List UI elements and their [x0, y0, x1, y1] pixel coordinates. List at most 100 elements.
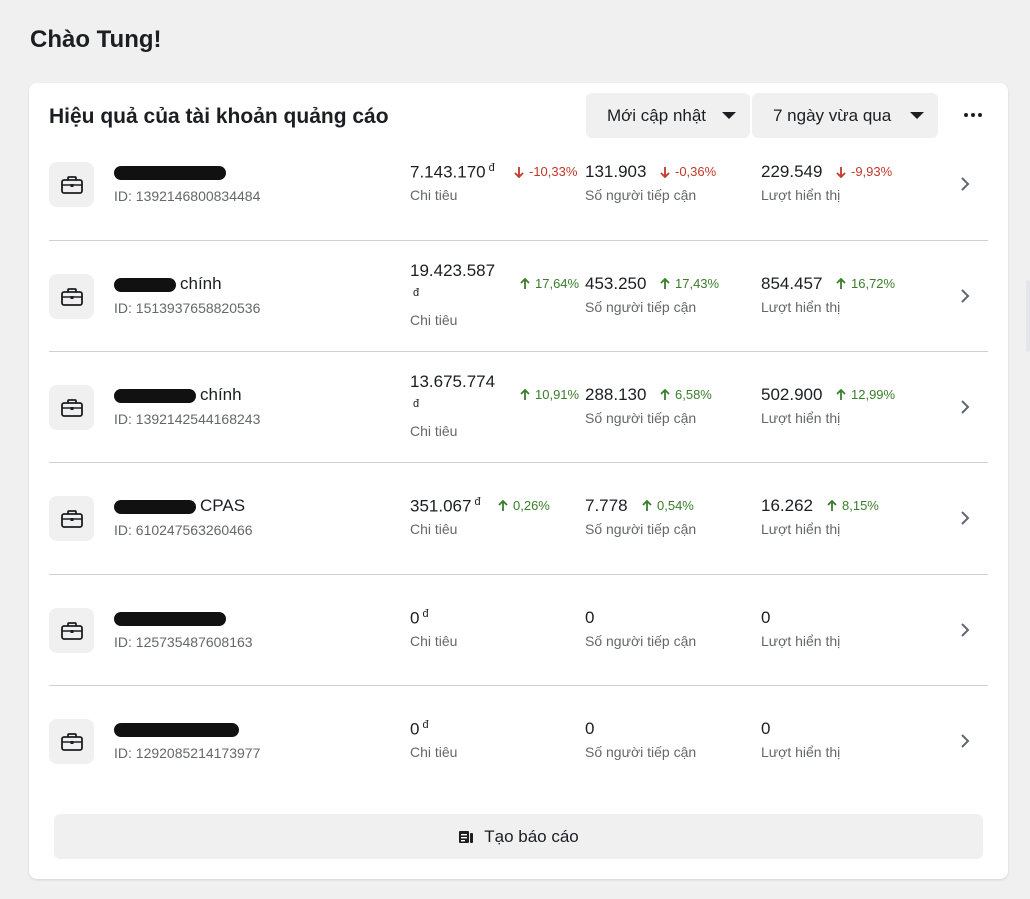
- impressions-label: Lượt hiển thị: [761, 521, 841, 537]
- spend-value: 7.143.170 đ: [410, 162, 495, 183]
- impressions-value: 854.457: [761, 274, 823, 293]
- arrow-up-icon: [836, 277, 851, 290]
- greeting-title: Chào Tung!: [30, 26, 162, 53]
- currency-symbol: đ: [413, 287, 420, 299]
- currency-symbol: đ: [422, 608, 429, 620]
- account-id: ID: 1392142544168243: [114, 411, 261, 427]
- caret-down-icon: [910, 112, 924, 119]
- spend-label: Chi tiêu: [410, 744, 458, 760]
- account-id: ID: 1513937658820536: [114, 300, 261, 316]
- spend-delta-value: -10,33%: [529, 164, 578, 179]
- impressions-value: 0: [761, 608, 771, 627]
- arrow-up-icon: [827, 499, 842, 512]
- reach-value: 453.250: [585, 274, 647, 293]
- ad-accounts-performance-card: Hiệu quả của tài khoản quảng cáo Mới cập…: [29, 83, 1008, 879]
- redacted-mark: [114, 722, 239, 737]
- spend-value: 0đ: [410, 719, 429, 740]
- impressions-delta-value: 8,15%: [842, 498, 879, 513]
- impressions-delta: 8,15%: [827, 498, 879, 513]
- sort-dropdown[interactable]: Mới cập nhật: [586, 93, 750, 138]
- create-report-button[interactable]: Tạo báo cáo: [54, 814, 983, 859]
- account-name: [114, 162, 230, 182]
- create-report-label: Tạo báo cáo: [484, 826, 579, 846]
- reach-value: 131.903: [585, 162, 647, 181]
- spend-value: 0đ: [410, 608, 429, 629]
- arrow-up-icon: [498, 499, 513, 512]
- spend-number: 13.675.774: [410, 372, 496, 391]
- chevron-right-icon[interactable]: [955, 508, 975, 528]
- account-row[interactable]: chính ID: 1392142544168243 13.675.774 đ Chi …: [49, 352, 988, 463]
- chevron-right-icon[interactable]: [955, 286, 975, 306]
- arrow-up-icon: [520, 277, 535, 290]
- account-name-text: chính: [200, 385, 242, 404]
- spend-delta: 10,91%: [520, 387, 579, 402]
- reach-delta: -0,36%: [660, 164, 716, 179]
- side-panel-edge: [1026, 280, 1030, 352]
- date-range-dropdown[interactable]: 7 ngày vừa qua: [752, 93, 938, 138]
- arrow-up-icon: [642, 499, 657, 512]
- reach-value: 0: [585, 608, 595, 627]
- impressions-delta: 16,72%: [836, 276, 895, 291]
- arrow-up-icon: [660, 388, 675, 401]
- spend-number: 0: [410, 608, 420, 628]
- spend-delta-value: 10,91%: [535, 387, 580, 402]
- more-options-button[interactable]: [955, 97, 991, 133]
- reach-delta-value: 17,43%: [675, 276, 720, 291]
- sort-dropdown-label: Mới cập nhật: [607, 105, 707, 125]
- chevron-right-icon[interactable]: [955, 174, 975, 194]
- reach-label: Số người tiếp cận: [585, 299, 697, 315]
- redacted-mark: [114, 388, 196, 403]
- currency-symbol: đ: [474, 496, 481, 508]
- impressions-value: 16.262: [761, 496, 813, 515]
- account-row[interactable]: chính ID: 1513937658820536 19.423.587 đ Chi …: [49, 241, 988, 352]
- account-row[interactable]: ID: 1292085214173977 0 đ Chi tiêu 0 Số người …: [49, 686, 988, 782]
- spend-label: Chi tiêu: [410, 423, 458, 439]
- reach-label: Số người tiếp cận: [585, 633, 697, 649]
- reach-delta-value: 6,58%: [675, 387, 712, 402]
- spend-delta: 0,26%: [498, 498, 550, 513]
- arrow-up-icon: [520, 388, 535, 401]
- redacted-mark: [114, 277, 176, 292]
- briefcase-icon: [49, 608, 94, 653]
- account-row[interactable]: ID: 125735487608163 0 đ Chi tiêu 0 Số người t…: [49, 575, 988, 686]
- spend-number: 19.423.587: [410, 261, 496, 280]
- spend-delta: -10,33%: [514, 164, 577, 179]
- more-horizontal-icon-dot: [978, 113, 982, 117]
- arrow-down-icon: [514, 166, 529, 178]
- caret-down-icon: [722, 112, 736, 119]
- date-range-dropdown-label: 7 ngày vừa qua: [773, 105, 892, 125]
- account-name-text: chính: [180, 274, 222, 293]
- redacted-mark: [114, 499, 196, 514]
- reach-delta: 6,58%: [660, 387, 712, 402]
- account-row[interactable]: CPAS ID: 610247563260466 351.067 đ Chi tiêu 7…: [49, 463, 988, 575]
- spend-number: 0: [410, 719, 420, 739]
- impressions-label: Lượt hiển thị: [761, 187, 841, 203]
- briefcase-icon: [49, 385, 94, 430]
- spend-value: 19.423.587 đ: [410, 260, 502, 309]
- arrow-down-icon: [836, 166, 851, 178]
- currency-symbol: đ: [413, 398, 420, 410]
- spend-label: Chi tiêu: [410, 312, 458, 328]
- spend-number: 7.143.170: [410, 162, 486, 182]
- account-row[interactable]: ID: 1392146800834484 7.143.170 đ Chi tiêu 13…: [49, 149, 988, 241]
- account-name: [114, 719, 243, 739]
- account-id: ID: 125735487608163: [114, 634, 253, 650]
- impressions-label: Lượt hiển thị: [761, 410, 841, 426]
- briefcase-icon: [49, 719, 94, 764]
- reach-value: 7.778: [585, 496, 628, 515]
- currency-symbol: đ: [422, 719, 429, 731]
- chevron-right-icon[interactable]: [955, 620, 975, 640]
- account-name: chính: [114, 385, 242, 405]
- currency-symbol: đ: [488, 162, 495, 174]
- account-id: ID: 1392146800834484: [114, 188, 261, 204]
- spend-value: 13.675.774 đ: [410, 371, 502, 420]
- spend-label: Chi tiêu: [410, 187, 458, 203]
- reach-delta: 0,54%: [642, 498, 694, 513]
- reach-label: Số người tiếp cận: [585, 187, 697, 203]
- impressions-delta: -9,93%: [836, 164, 892, 179]
- chevron-right-icon[interactable]: [955, 397, 975, 417]
- chevron-right-icon[interactable]: [955, 731, 975, 751]
- reach-label: Số người tiếp cận: [585, 744, 697, 760]
- impressions-value: 229.549: [761, 162, 823, 181]
- reach-label: Số người tiếp cận: [585, 410, 697, 426]
